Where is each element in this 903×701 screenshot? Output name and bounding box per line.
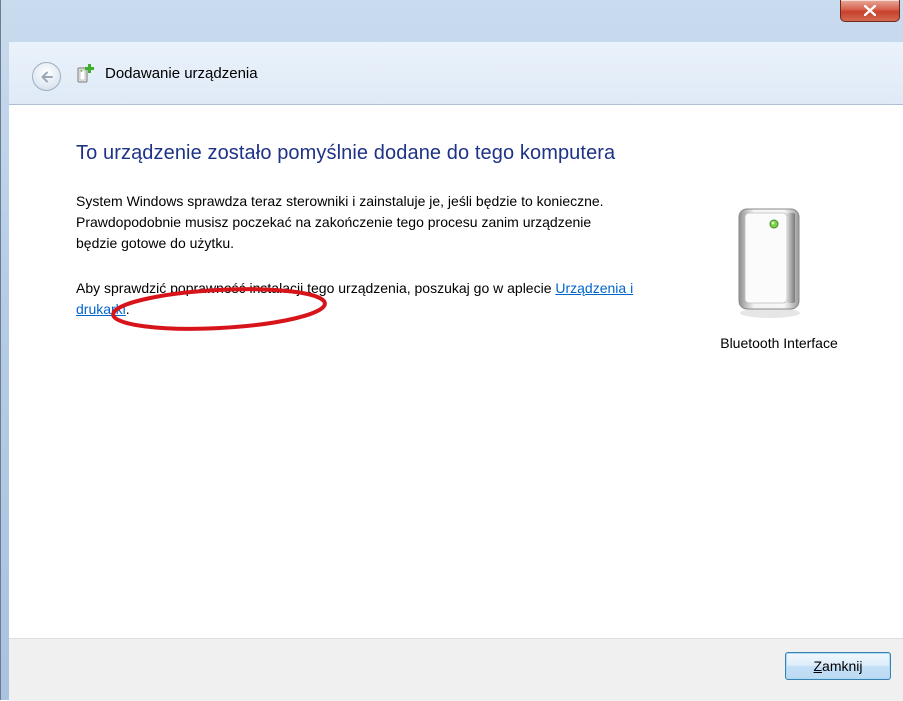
close-button-label: amknij xyxy=(822,658,863,674)
page-heading: To urządzenie zostało pomyślnie dodane d… xyxy=(76,142,616,164)
close-button[interactable]: Zamknij xyxy=(785,652,891,680)
device-name: Bluetooth Interface xyxy=(720,335,838,351)
back-arrow-icon xyxy=(41,71,53,83)
red-ellipse-annotation xyxy=(111,287,327,331)
add-device-icon xyxy=(77,64,94,83)
window-close-button[interactable] xyxy=(840,0,900,22)
title-bar[interactable] xyxy=(1,0,903,42)
wizard-nav-bar: Dodawanie urządzenia xyxy=(9,42,903,105)
close-button-accesskey: Z xyxy=(813,658,823,674)
footer-bar: Zamknij xyxy=(9,638,903,701)
wizard-title: Dodawanie urządzenia xyxy=(105,65,258,82)
window-frame: Dodawanie urządzenia To urządzenie zosta… xyxy=(0,0,903,701)
bluetooth-device-icon xyxy=(738,208,800,318)
back-button[interactable] xyxy=(32,62,61,91)
content-area: To urządzenie zostało pomyślnie dodane d… xyxy=(9,105,903,638)
driver-info-text: System Windows sprawdza teraz sterowniki… xyxy=(76,193,604,251)
close-icon xyxy=(864,5,876,16)
